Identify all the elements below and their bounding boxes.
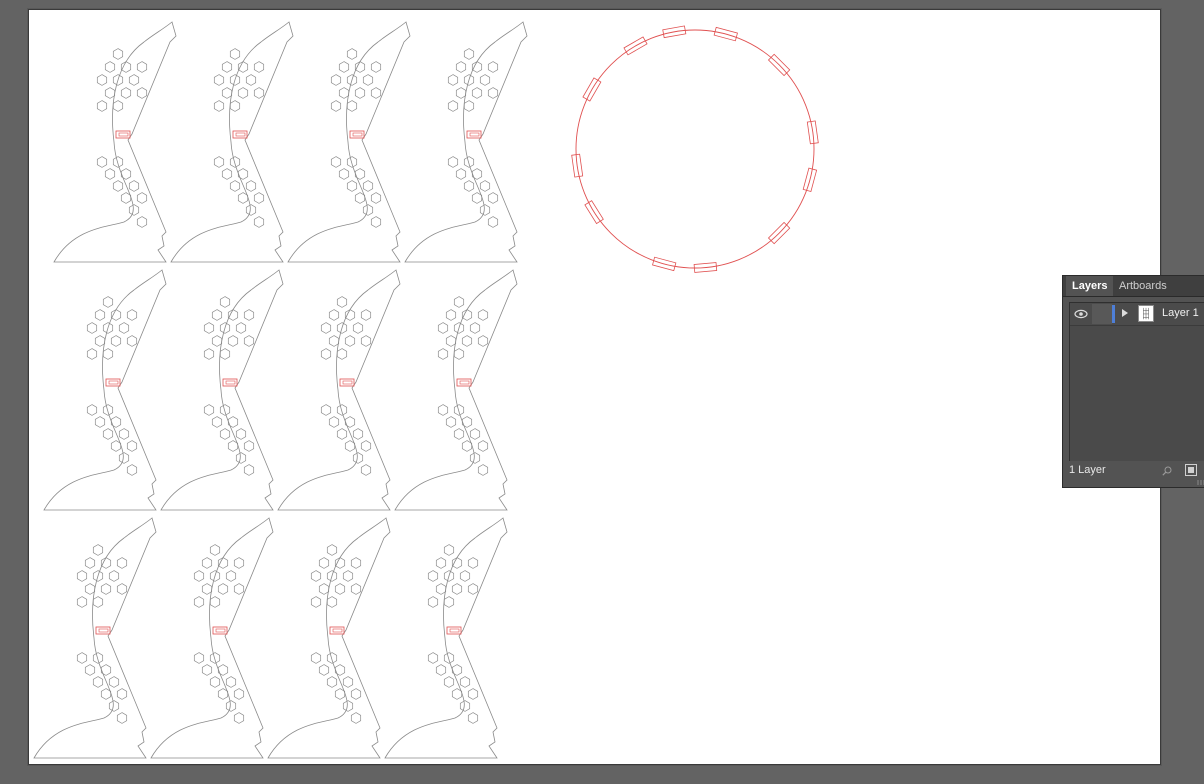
layer-thumbnail [1138,305,1154,322]
layer-name[interactable]: Layer 1 [1162,307,1199,319]
stand-piece[interactable] [33,517,157,759]
artwork-canvas[interactable] [29,10,1162,766]
panel-footer: 1 Layer [1063,459,1204,487]
stand-piece[interactable] [287,21,411,263]
panel-tabs: Layers Artboards [1063,276,1204,297]
stand-piece[interactable] [170,21,294,263]
disclosure-triangle-icon[interactable] [1122,309,1128,317]
layers-panel: Layers Artboards Layer 1 1 Layer [1062,275,1204,488]
resize-grip[interactable] [1197,480,1204,485]
new-layer-icon[interactable] [1185,464,1197,476]
artboard[interactable] [28,9,1161,765]
layer-row[interactable]: Layer 1 [1070,303,1204,326]
tab-layers[interactable]: Layers [1066,276,1114,296]
stand-piece[interactable] [404,21,528,263]
stand-piece[interactable] [267,517,391,759]
stand-piece[interactable] [53,21,177,263]
tab-artboards[interactable]: Artboards [1113,276,1173,296]
stand-piece[interactable] [384,517,508,759]
layer-color-indicator [1112,305,1115,323]
layer-count: 1 Layer [1069,464,1106,476]
eye-icon[interactable] [1072,306,1090,322]
stand-piece[interactable] [394,269,518,511]
stand-piece[interactable] [160,269,284,511]
layers-list[interactable]: Layer 1 [1069,302,1204,461]
stand-piece[interactable] [43,269,167,511]
search-icon[interactable] [1162,466,1172,476]
circular-base[interactable] [575,29,815,269]
stand-piece[interactable] [277,269,401,511]
stand-piece[interactable] [150,517,274,759]
lock-toggle[interactable] [1092,304,1112,324]
